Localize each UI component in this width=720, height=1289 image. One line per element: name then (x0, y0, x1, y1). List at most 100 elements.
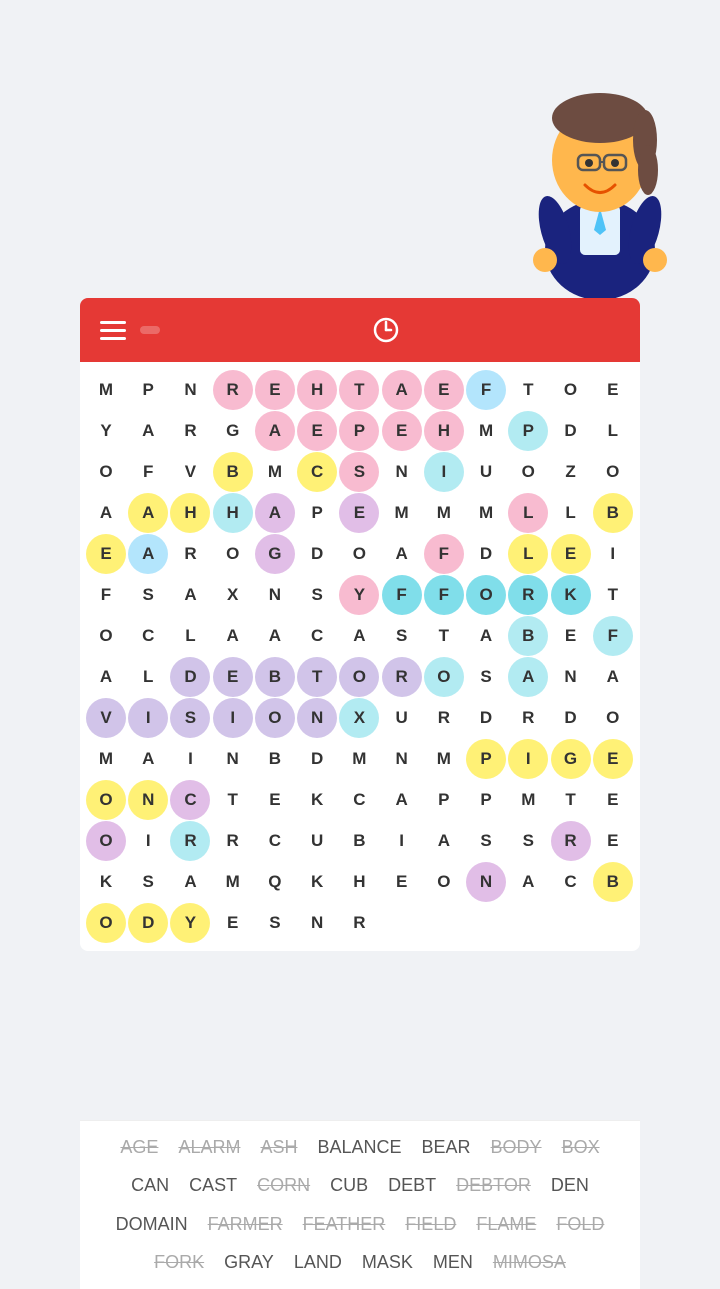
cell[interactable]: N (297, 698, 337, 738)
cell[interactable]: A (382, 780, 422, 820)
cell[interactable]: O (466, 575, 506, 615)
font-size-button[interactable] (140, 326, 160, 334)
cell[interactable]: O (213, 534, 253, 574)
cell[interactable]: E (86, 534, 126, 574)
cell[interactable]: Y (86, 411, 126, 451)
cell[interactable]: F (593, 616, 633, 656)
cell[interactable]: S (255, 903, 295, 943)
cell[interactable]: B (255, 657, 295, 697)
cell[interactable]: M (86, 370, 126, 410)
cell[interactable]: D (466, 698, 506, 738)
cell[interactable]: I (382, 821, 422, 861)
cell[interactable]: I (213, 698, 253, 738)
cell[interactable]: H (424, 411, 464, 451)
cell[interactable]: A (255, 616, 295, 656)
cell[interactable]: F (466, 370, 506, 410)
cell[interactable]: N (297, 903, 337, 943)
cell[interactable]: H (339, 862, 379, 902)
cell[interactable]: F (424, 534, 464, 574)
cell[interactable]: R (170, 821, 210, 861)
cell[interactable]: A (86, 657, 126, 697)
cell[interactable]: T (297, 657, 337, 697)
cell[interactable]: Z (551, 452, 591, 492)
cell[interactable]: E (255, 780, 295, 820)
cell[interactable]: L (551, 493, 591, 533)
cell[interactable]: M (339, 739, 379, 779)
cell[interactable]: M (466, 493, 506, 533)
cell[interactable]: E (213, 903, 253, 943)
cell[interactable]: M (424, 739, 464, 779)
cell[interactable]: E (593, 370, 633, 410)
cell[interactable]: O (551, 370, 591, 410)
cell[interactable]: M (86, 739, 126, 779)
cell[interactable]: N (551, 657, 591, 697)
cell[interactable]: K (297, 780, 337, 820)
cell[interactable]: P (424, 780, 464, 820)
cell[interactable]: B (508, 616, 548, 656)
cell[interactable]: B (339, 821, 379, 861)
cell[interactable]: R (382, 657, 422, 697)
cell[interactable]: B (593, 493, 633, 533)
cell[interactable]: R (424, 698, 464, 738)
cell[interactable]: R (213, 821, 253, 861)
cell[interactable]: R (213, 370, 253, 410)
cell[interactable]: O (86, 616, 126, 656)
cell[interactable]: M (255, 452, 295, 492)
cell[interactable]: M (213, 862, 253, 902)
cell[interactable]: O (86, 821, 126, 861)
cell[interactable]: P (128, 370, 168, 410)
cell[interactable]: F (86, 575, 126, 615)
cell[interactable]: N (128, 780, 168, 820)
cell[interactable]: A (86, 493, 126, 533)
cell[interactable]: H (297, 370, 337, 410)
cell[interactable]: E (213, 657, 253, 697)
cell[interactable]: T (424, 616, 464, 656)
cell[interactable]: C (255, 821, 295, 861)
cell[interactable]: A (255, 411, 295, 451)
cell[interactable]: S (128, 862, 168, 902)
cell[interactable]: I (593, 534, 633, 574)
cell[interactable]: R (551, 821, 591, 861)
cell[interactable]: I (424, 452, 464, 492)
cell[interactable]: D (551, 698, 591, 738)
cell[interactable]: G (255, 534, 295, 574)
cell[interactable]: E (382, 862, 422, 902)
cell[interactable]: F (128, 452, 168, 492)
cell[interactable]: V (170, 452, 210, 492)
cell[interactable]: O (255, 698, 295, 738)
cell[interactable]: S (508, 821, 548, 861)
cell[interactable]: O (593, 698, 633, 738)
cell[interactable]: G (551, 739, 591, 779)
cell[interactable]: E (551, 534, 591, 574)
cell[interactable]: O (86, 780, 126, 820)
cell[interactable]: A (593, 657, 633, 697)
cell[interactable]: O (86, 452, 126, 492)
cell[interactable]: A (508, 862, 548, 902)
cell[interactable]: H (213, 493, 253, 533)
cell[interactable]: S (339, 452, 379, 492)
cell[interactable]: L (128, 657, 168, 697)
cell[interactable]: A (508, 657, 548, 697)
cell[interactable]: L (170, 616, 210, 656)
cell[interactable]: M (382, 493, 422, 533)
menu-button[interactable] (100, 321, 126, 340)
cell[interactable]: F (424, 575, 464, 615)
cell[interactable]: E (382, 411, 422, 451)
cell[interactable]: A (382, 370, 422, 410)
cell[interactable]: C (551, 862, 591, 902)
cell[interactable]: A (128, 493, 168, 533)
cell[interactable]: U (382, 698, 422, 738)
cell[interactable]: Y (170, 903, 210, 943)
cell[interactable]: D (466, 534, 506, 574)
cell[interactable]: Y (339, 575, 379, 615)
cell[interactable]: T (551, 780, 591, 820)
cell[interactable]: K (86, 862, 126, 902)
cell[interactable]: R (508, 575, 548, 615)
cell[interactable]: D (551, 411, 591, 451)
cell[interactable]: R (170, 534, 210, 574)
cell[interactable]: N (170, 370, 210, 410)
cell[interactable]: I (128, 821, 168, 861)
cell[interactable]: U (466, 452, 506, 492)
cell[interactable]: M (424, 493, 464, 533)
cell[interactable]: L (508, 534, 548, 574)
